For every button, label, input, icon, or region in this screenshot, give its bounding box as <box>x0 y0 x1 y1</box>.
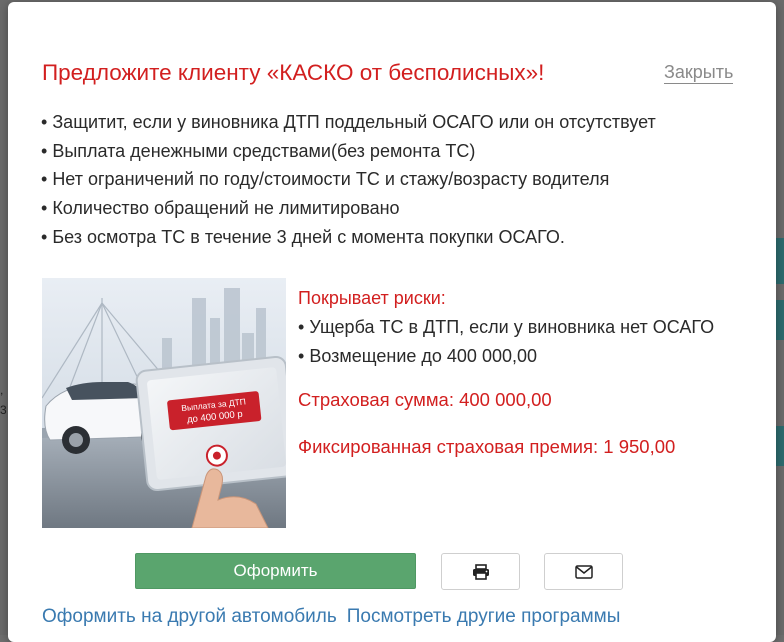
risk-item: • Возмещение до 400 000,00 <box>298 345 537 366</box>
fixed-premium: Фиксированная страховая премия: 1 950,00 <box>298 436 676 457</box>
promo-image: Выплата за ДТП до 400 000 р <box>42 278 286 528</box>
coverage-details: Покрывает риски: • Ущерба ТС в ДТП, если … <box>298 285 768 457</box>
print-icon <box>472 563 489 580</box>
background-glyph: 3 <box>0 403 7 417</box>
benefit-item: • Выплата денежными средствами(без ремонт… <box>41 140 476 161</box>
sum-insured: Страховая сумма: 400 000,00 <box>298 389 552 410</box>
benefits-list: • Защитит, если у виновника ДТП поддельны… <box>41 108 656 252</box>
kasko-offer-dialog: Предложите клиенту «КАСКО от бесполисных… <box>8 2 776 642</box>
benefit-item: • Защитит, если у виновника ДТП поддельны… <box>41 112 656 132</box>
secondary-links: Оформить на другой автомобиль Посмотреть … <box>42 606 620 628</box>
submit-button[interactable]: Оформить <box>135 553 416 589</box>
email-button[interactable] <box>544 553 623 590</box>
benefit-item: • Нет ограничений по году/стоимости ТС и … <box>41 169 610 190</box>
background-glyph: , <box>0 383 4 397</box>
benefit-item: • Количество обращений не лимитировано <box>41 198 400 219</box>
other-programs-link[interactable]: Посмотреть другие программы <box>347 606 621 627</box>
risk-item: • Ущерба ТС в ДТП, если у виновника нет О… <box>298 317 715 337</box>
risks-list: • Ущерба ТС в ДТП, если у виновника нет О… <box>298 313 768 370</box>
dialog-title: Предложите клиенту «КАСКО от бесполисных… <box>42 60 545 85</box>
envelope-icon <box>574 564 593 579</box>
print-button[interactable] <box>441 553 520 590</box>
background-page-fragment: , 3 <box>0 380 8 440</box>
close-link[interactable]: Закрыть <box>664 62 734 84</box>
risks-heading: Покрывает риски: <box>298 288 446 308</box>
benefit-item: • Без осмотра ТС в течение 3 дней с момен… <box>41 226 565 247</box>
other-car-link[interactable]: Оформить на другой автомобиль <box>42 606 337 627</box>
